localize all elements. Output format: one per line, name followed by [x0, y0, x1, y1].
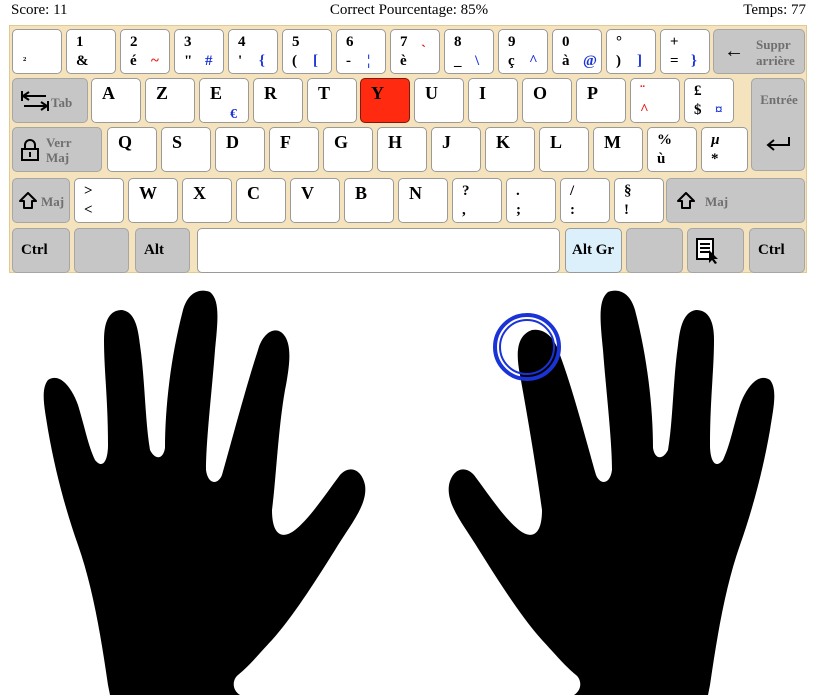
key-s[interactable]: S — [161, 127, 211, 172]
key-u[interactable]: U — [414, 78, 464, 123]
hands-illustration — [43, 290, 775, 695]
tab-icon — [21, 91, 49, 111]
key-g[interactable]: G — [323, 127, 373, 172]
key-b[interactable]: B — [344, 178, 394, 223]
key-a[interactable]: A — [91, 78, 141, 123]
key-section-exclamation[interactable]: § ! — [614, 178, 664, 223]
key-k[interactable]: K — [485, 127, 535, 172]
key-c[interactable]: C — [236, 178, 286, 223]
windows-key[interactable] — [74, 228, 129, 273]
key-n[interactable]: N — [398, 178, 448, 223]
key-6[interactable]: 6 - ¦ — [336, 29, 386, 74]
enter-arrow-icon — [766, 137, 790, 151]
key-4[interactable]: 4 ' { — [228, 29, 278, 74]
key-i[interactable]: I — [468, 78, 518, 123]
key-9[interactable]: 9 ç ^ — [498, 29, 548, 74]
key-z[interactable]: Z — [145, 78, 195, 123]
key-t[interactable]: T — [307, 78, 357, 123]
key-dollar[interactable]: £ $ ¤ — [684, 78, 734, 123]
shift-arrow-icon — [677, 192, 695, 209]
key-percent[interactable]: % ù — [647, 127, 697, 172]
key-r[interactable]: R — [253, 78, 303, 123]
key-plus[interactable]: + = } — [660, 29, 710, 74]
key-dead-circumflex[interactable]: ¨ ^ — [630, 78, 680, 123]
key-degree[interactable]: ° ) ] — [606, 29, 656, 74]
left-shift-key[interactable]: Maj — [12, 178, 70, 223]
caps-lock-key[interactable]: Verr Maj — [12, 127, 102, 172]
status-bar: Score: 11 Correct Pourcentage: 85% Temps… — [0, 0, 818, 24]
virtual-keyboard: ² 1 & 2 é ~ 3 " # 4 ' { 5 ( [ 6 - ¦ 7 è … — [9, 25, 807, 273]
left-alt-key[interactable]: Alt — [135, 228, 190, 273]
tab-key[interactable]: Tab — [12, 78, 88, 123]
correct-percentage-label: Correct Pourcentage: 85% — [329, 2, 489, 18]
left-hand — [43, 290, 366, 695]
key-dot-semicolon[interactable]: . ; — [506, 178, 556, 223]
key-v[interactable]: V — [290, 178, 340, 223]
key-j[interactable]: J — [431, 127, 481, 172]
time-label: Temps: 77 — [743, 2, 806, 18]
shift-arrow-icon — [19, 192, 37, 209]
key-1[interactable]: 1 & — [66, 29, 116, 74]
key-0[interactable]: 0 à @ — [552, 29, 602, 74]
key-h[interactable]: H — [377, 127, 427, 172]
key-e[interactable]: E € — [199, 78, 249, 123]
key-x[interactable]: X — [182, 178, 232, 223]
right-shift-key[interactable]: Maj — [666, 178, 805, 223]
key-q[interactable]: Q — [107, 127, 157, 172]
key-8[interactable]: 8 _ \ — [444, 29, 494, 74]
right-ctrl-key[interactable]: Ctrl — [749, 228, 805, 273]
enter-key[interactable]: Entrée — [751, 78, 805, 171]
key-5[interactable]: 5 ( [ — [282, 29, 332, 74]
right-hand — [448, 290, 775, 695]
key-7[interactable]: 7 è ` — [390, 29, 440, 74]
context-menu-icon — [696, 238, 718, 264]
key-w[interactable]: W — [128, 178, 178, 223]
space-bar[interactable] — [197, 228, 560, 273]
right-windows-key[interactable] — [626, 228, 683, 273]
key-question-comma[interactable]: ? , — [452, 178, 502, 223]
key-mu[interactable]: µ * — [701, 127, 748, 172]
key-superscript-two[interactable]: ² — [12, 29, 62, 74]
alt-gr-key[interactable]: Alt Gr — [565, 228, 622, 273]
menu-key[interactable] — [687, 228, 744, 273]
key-y-target[interactable]: Y — [360, 78, 410, 123]
key-p[interactable]: P — [576, 78, 626, 123]
key-2[interactable]: 2 é ~ — [120, 29, 170, 74]
key-m[interactable]: M — [593, 127, 643, 172]
lock-icon — [21, 139, 39, 161]
key-f[interactable]: F — [269, 127, 319, 172]
key-l[interactable]: L — [539, 127, 589, 172]
key-o[interactable]: O — [522, 78, 572, 123]
key-3[interactable]: 3 " # — [174, 29, 224, 74]
backspace-key[interactable]: ← Suppr arrière — [713, 29, 805, 74]
left-ctrl-key[interactable]: Ctrl — [12, 228, 70, 273]
key-slash-colon[interactable]: / : — [560, 178, 610, 223]
key-d[interactable]: D — [215, 127, 265, 172]
backspace-arrow-icon: ← — [724, 40, 744, 62]
key-less-greater[interactable]: > < — [74, 178, 124, 223]
